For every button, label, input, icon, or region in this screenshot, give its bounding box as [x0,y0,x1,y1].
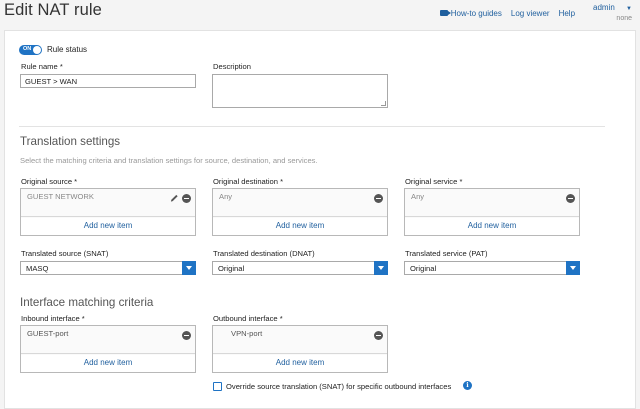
rule-name-label: Rule name * [21,62,63,71]
translation-settings-desc: Select the matching criteria and transla… [20,156,318,165]
translated-service-select[interactable]: Original [404,261,580,275]
remove-icon[interactable] [566,194,575,203]
outbound-interface-list: VPN-port Add new item [212,325,388,373]
original-service-label: Original service * [405,177,463,186]
top-links: How-to guides Log viewer Help admin ▼ no… [431,3,632,23]
video-icon [439,10,451,17]
list-item-text: Any [219,192,233,201]
list-item-text: GUEST NETWORK [27,192,94,201]
select-value: Original [218,264,245,273]
add-new-item-button[interactable]: Add new item [213,216,387,235]
chevron-down-icon: ▼ [626,6,632,12]
divider [19,126,605,127]
translation-settings-title: Translation settings [20,135,121,148]
translated-source-label: Translated source (SNAT) [21,249,109,258]
original-destination-list: Any Add new item [212,188,388,236]
inbound-interface-label: Inbound interface * [21,314,85,323]
toggle-knob [33,46,41,54]
pencil-icon[interactable] [170,193,179,203]
admin-label: admin [593,3,615,12]
original-source-list: GUEST NETWORK Add new item [20,188,196,236]
remove-icon[interactable] [374,331,383,340]
original-service-list: Any Add new item [404,188,580,236]
interface-matching-title: Interface matching criteria [20,296,154,309]
translated-destination-select[interactable]: Original [212,261,388,275]
translated-destination-label: Translated destination (DNAT) [213,249,315,258]
original-source-label: Original source * [21,177,78,186]
chevron-down-icon[interactable] [374,261,388,275]
description-label: Description [213,62,251,71]
admin-subtext: none [616,15,632,22]
list-item[interactable]: VPN-port [213,326,387,355]
select-value: MASQ [26,264,49,273]
translated-source-select[interactable]: MASQ [20,261,196,275]
override-snat-label: Override source translation (SNAT) for s… [226,382,452,391]
description-textarea[interactable] [212,74,388,108]
override-snat-checkbox[interactable] [213,382,222,391]
original-destination-label: Original destination * [213,177,284,186]
list-item-text: Any [411,192,425,201]
list-item[interactable]: Any [405,189,579,218]
add-new-item-button[interactable]: Add new item [213,353,387,372]
how-to-guides-link[interactable]: How-to guides [439,9,502,18]
help-link[interactable]: Help [559,9,575,18]
rule-name-input[interactable]: GUEST > WAN [20,74,196,88]
top-bar: Edit NAT rule How-to guides Log viewer H… [0,0,640,28]
add-new-item-button[interactable]: Add new item [405,216,579,235]
list-item[interactable]: GUEST-port [21,326,195,355]
page-title: Edit NAT rule [4,1,102,19]
toggle-state-text: ON [23,46,32,52]
outbound-interface-label: Outbound interface * [213,314,283,323]
list-item-text: GUEST-port [27,329,69,338]
chevron-down-icon[interactable] [182,261,196,275]
chevron-down-icon[interactable] [566,261,580,275]
info-icon[interactable]: i [463,381,472,390]
remove-icon[interactable] [182,331,191,340]
add-new-item-button[interactable]: Add new item [21,353,195,372]
resize-handle-icon[interactable] [381,101,386,106]
translated-service-label: Translated service (PAT) [405,249,488,258]
list-item[interactable]: GUEST NETWORK [21,189,195,218]
admin-menu[interactable]: admin ▼ none [584,3,632,23]
select-value: Original [410,264,437,273]
remove-icon[interactable] [374,194,383,203]
remove-icon[interactable] [182,194,191,203]
rule-status-label: Rule status [47,45,88,54]
add-new-item-button[interactable]: Add new item [21,216,195,235]
list-item[interactable]: Any [213,189,387,218]
list-item-text: VPN-port [231,329,263,338]
log-viewer-link[interactable]: Log viewer [511,9,550,18]
rule-status-toggle[interactable]: ON [19,45,42,55]
inbound-interface-list: GUEST-port Add new item [20,325,196,373]
